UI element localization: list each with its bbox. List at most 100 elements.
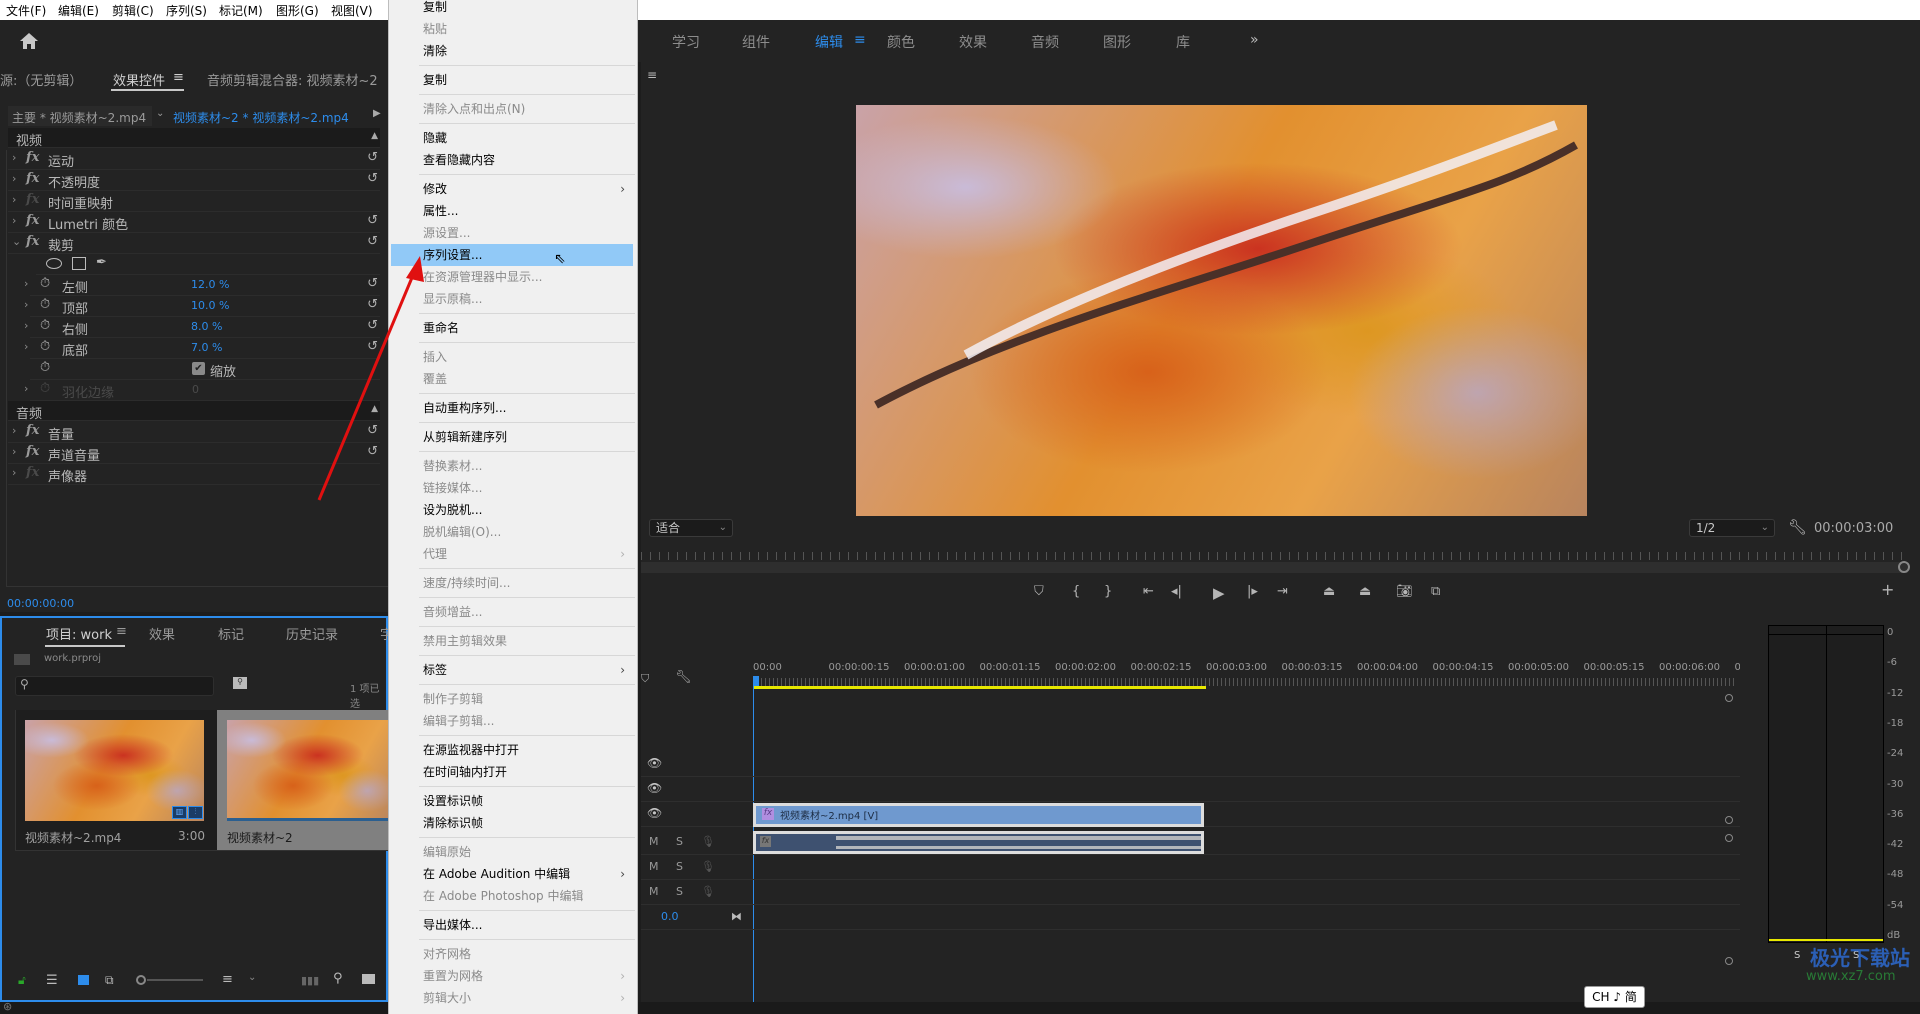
- solo-left-button[interactable]: S: [1794, 950, 1800, 961]
- playhead-bar[interactable]: [641, 562, 1908, 573]
- workspace-menu-icon[interactable]: ≡: [854, 32, 866, 48]
- add-marker-icon[interactable]: ⛉: [1034, 584, 1044, 599]
- eye-icon[interactable]: 👁︎: [647, 806, 662, 820]
- export-frame-icon[interactable]: 📷︎: [1396, 584, 1413, 599]
- rectangle-mask-icon[interactable]: [72, 257, 86, 270]
- zoom-checkbox[interactable]: ✔: [192, 362, 205, 375]
- fx-icon[interactable]: fx: [26, 171, 39, 186]
- tab-history[interactable]: 历史记录: [286, 624, 338, 643]
- fx-icon[interactable]: fx: [26, 150, 39, 165]
- context-menu-item[interactable]: 查看隐藏内容: [423, 149, 633, 171]
- context-menu-item[interactable]: 设置标识帧: [423, 790, 633, 812]
- project-item-sequence[interactable]: 视频素材~2: [217, 710, 392, 850]
- stopwatch-icon[interactable]: ⏱: [40, 318, 50, 333]
- go-to-out-icon[interactable]: ⇥: [1277, 584, 1288, 599]
- fx-icon[interactable]: fx: [26, 444, 39, 459]
- context-menu-item[interactable]: 修改 ›: [423, 178, 633, 200]
- eye-icon[interactable]: 👁︎: [647, 781, 662, 795]
- monitor-menu-icon[interactable]: ≡: [647, 68, 657, 82]
- context-menu-item[interactable]: 自动重构序列...: [423, 397, 633, 419]
- more-workspaces-icon[interactable]: »: [1250, 32, 1259, 48]
- context-menu-item[interactable]: 在时间轴内打开: [423, 761, 633, 783]
- reset-icon[interactable]: ↺: [367, 234, 378, 249]
- work-area-bar[interactable]: [753, 686, 1206, 689]
- menu-view[interactable]: 视图(V): [331, 2, 373, 19]
- collapse-icon[interactable]: ▲: [371, 131, 378, 141]
- tab-effects[interactable]: 效果: [149, 624, 175, 643]
- fx-icon[interactable]: fx: [26, 234, 39, 249]
- menu-file[interactable]: 文件(F): [6, 2, 46, 19]
- context-menu-item[interactable]: 复制: [423, 0, 633, 18]
- solo-button[interactable]: S: [676, 835, 683, 848]
- effect-controls-timecode[interactable]: 00:00:00:00: [7, 597, 74, 610]
- context-menu-item[interactable]: 隐藏: [423, 127, 633, 149]
- microphone-icon[interactable]: 🎙︎: [701, 885, 715, 898]
- project-search-input[interactable]: ⚲: [15, 676, 214, 696]
- workspace-tab-audio[interactable]: 音频: [1031, 32, 1059, 52]
- chevron-right-icon[interactable]: ›: [12, 193, 16, 206]
- crop-right-value[interactable]: 8.0 %: [191, 320, 222, 333]
- chevron-right-icon[interactable]: ›: [12, 172, 16, 185]
- new-bin-icon[interactable]: [362, 974, 375, 984]
- ellipse-mask-icon[interactable]: [46, 258, 62, 269]
- effect-row-lumetri[interactable]: › fx Lumetri 颜色 ↺: [8, 212, 380, 233]
- context-menu-item[interactable]: 清除标识帧: [423, 812, 633, 834]
- tab-markers[interactable]: 标记: [218, 624, 244, 643]
- solo-button[interactable]: S: [676, 860, 683, 873]
- workspace-tab-learn[interactable]: 学习: [672, 32, 700, 52]
- menu-graphics[interactable]: 图形(G): [276, 2, 319, 19]
- resolution-dropdown[interactable]: 1/2 ⌄: [1689, 519, 1775, 537]
- chevron-down-icon[interactable]: ⌄: [156, 108, 164, 119]
- sort-icon[interactable]: ≡: [222, 972, 233, 987]
- project-item-clip[interactable]: ▥ ⫶ 视频素材~2.mp4 3:00: [15, 710, 217, 850]
- mark-in-icon[interactable]: {: [1072, 584, 1080, 599]
- workspace-tab-color[interactable]: 颜色: [887, 32, 915, 52]
- automate-icon[interactable]: ▮▮▮: [301, 974, 319, 987]
- tab-source[interactable]: 源:（无剪辑）: [0, 70, 82, 89]
- marker-icon[interactable]: ⛉: [641, 672, 649, 686]
- menu-edit[interactable]: 编辑(E): [58, 2, 99, 19]
- workspace-tab-editing[interactable]: 编辑: [815, 32, 843, 52]
- step-forward-icon[interactable]: |▸: [1247, 584, 1258, 599]
- freeform-view-icon[interactable]: ⧉: [105, 973, 114, 988]
- reset-icon[interactable]: ↺: [367, 213, 378, 228]
- sequence-clip-label[interactable]: 视频素材~2 * 视频素材~2.mp4: [173, 109, 349, 126]
- crop-top-value[interactable]: 10.0 %: [191, 299, 229, 312]
- reset-icon[interactable]: ↺: [367, 150, 378, 165]
- menu-sequence[interactable]: 序列(S): [166, 2, 207, 19]
- stopwatch-icon[interactable]: ⏱: [40, 276, 50, 291]
- mute-button[interactable]: M: [649, 835, 659, 848]
- microphone-icon[interactable]: 🎙︎: [701, 835, 715, 848]
- find-icon[interactable]: ⚲: [233, 677, 247, 689]
- workspace-tab-libraries[interactable]: 库: [1176, 32, 1190, 52]
- menu-marker[interactable]: 标记(M): [219, 2, 263, 19]
- scrub-handle[interactable]: [1898, 561, 1910, 573]
- effect-row-time-remap[interactable]: › fx 时间重映射: [8, 191, 380, 212]
- stopwatch-icon[interactable]: ⏱: [40, 297, 50, 312]
- menu-clip[interactable]: 剪辑(C): [112, 2, 154, 19]
- tab-effect-controls[interactable]: 效果控件: [113, 70, 165, 89]
- find-icon[interactable]: ⚲: [333, 971, 343, 986]
- workspace-tab-graphics[interactable]: 图形: [1103, 32, 1131, 52]
- master-volume[interactable]: 0.0: [661, 910, 679, 923]
- zoom-slider-handle[interactable]: [136, 975, 146, 985]
- effect-row-motion[interactable]: › fx 运动 ↺: [8, 149, 380, 170]
- step-back-icon[interactable]: ◂|: [1171, 584, 1182, 599]
- context-menu-item[interactable]: 标签 ›: [423, 659, 633, 681]
- lift-icon[interactable]: ⏏: [1323, 584, 1335, 599]
- mute-button[interactable]: M: [649, 885, 659, 898]
- extract-icon[interactable]: ⏏: [1359, 584, 1371, 599]
- crop-bottom-value[interactable]: 7.0 %: [191, 341, 222, 354]
- context-menu-item[interactable]: 属性...: [423, 200, 633, 222]
- context-menu-item[interactable]: 从剪辑新建序列: [423, 426, 633, 448]
- workspace-tab-assembly[interactable]: 组件: [742, 32, 770, 52]
- crop-left-value[interactable]: 12.0 %: [191, 278, 229, 291]
- context-menu-item[interactable]: 导出媒体...: [423, 914, 633, 936]
- compare-view-icon[interactable]: ⧉: [1431, 584, 1440, 599]
- add-button-icon[interactable]: +: [1881, 580, 1894, 599]
- chevron-down-icon[interactable]: ⌄: [248, 972, 256, 983]
- panel-menu-icon[interactable]: ≡: [173, 70, 184, 85]
- chevron-right-icon[interactable]: ›: [12, 214, 16, 227]
- lock-icon[interactable]: 🔓︎: [18, 973, 26, 988]
- context-menu-item[interactable]: 在 Adobe Audition 中编辑 ›: [423, 863, 633, 885]
